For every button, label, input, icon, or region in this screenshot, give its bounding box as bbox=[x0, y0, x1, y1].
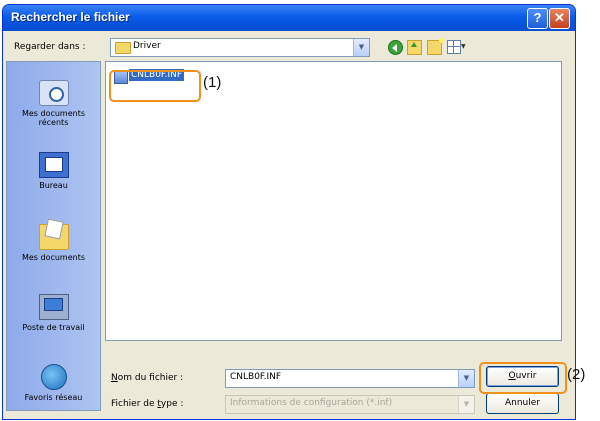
chevron-down-icon[interactable]: ▼ bbox=[353, 39, 369, 56]
view-menu-icon[interactable] bbox=[447, 40, 461, 54]
lookin-dropdown[interactable]: Driver ▼ bbox=[110, 38, 370, 57]
recent-documents-icon bbox=[38, 80, 69, 106]
place-label: Mes documents récents bbox=[21, 109, 86, 127]
view-menu-caret-icon[interactable]: ▼ bbox=[461, 43, 466, 50]
chevron-down-icon: ▼ bbox=[458, 396, 474, 413]
up-folder-icon[interactable] bbox=[407, 40, 422, 55]
callout-1: (1) bbox=[203, 74, 222, 91]
filetype-value: Informations de configuration (*.inf) bbox=[230, 398, 393, 408]
help-button[interactable]: ? bbox=[527, 8, 548, 29]
my-documents-icon bbox=[38, 224, 69, 250]
cancel-button[interactable]: Annuler bbox=[486, 393, 559, 414]
back-icon[interactable] bbox=[388, 40, 403, 55]
place-desktop[interactable]: Bureau bbox=[7, 152, 100, 190]
chevron-down-icon[interactable]: ▼ bbox=[458, 370, 474, 387]
file-list[interactable]: CNLB0F.INF bbox=[105, 61, 562, 341]
lookin-label: Regarder dans : bbox=[14, 42, 86, 52]
folder-icon bbox=[115, 42, 131, 54]
highlight-box-1 bbox=[109, 70, 201, 102]
place-label: Poste de travail bbox=[22, 323, 85, 332]
places-bar: Mes documents récents Bureau Mes documen… bbox=[6, 61, 101, 411]
place-label: Bureau bbox=[39, 181, 68, 190]
new-folder-icon[interactable] bbox=[427, 38, 444, 55]
place-my-computer[interactable]: Poste de travail bbox=[7, 294, 100, 332]
filetype-label: Fichier de type : bbox=[111, 399, 184, 409]
network-icon bbox=[40, 364, 67, 390]
callout-2: (2) bbox=[567, 366, 586, 383]
place-recent-documents[interactable]: Mes documents récents bbox=[7, 80, 100, 127]
lookin-value: Driver bbox=[133, 41, 161, 51]
title-bar: Rechercher le fichier ? ✕ bbox=[3, 5, 575, 31]
filename-value: CNLB0F.INF bbox=[230, 372, 282, 382]
desktop-icon bbox=[38, 152, 69, 178]
close-button[interactable]: ✕ bbox=[549, 8, 570, 29]
highlight-box-2 bbox=[479, 362, 567, 394]
place-network[interactable]: Favoris réseau bbox=[7, 364, 100, 402]
filetype-select: Informations de configuration (*.inf) ▼ bbox=[225, 395, 475, 414]
place-label: Favoris réseau bbox=[24, 393, 83, 402]
filename-label: Nom du fichier : bbox=[111, 373, 184, 383]
filename-field[interactable]: CNLB0F.INF ▼ bbox=[225, 369, 475, 388]
dialog-title: Rechercher le fichier bbox=[11, 10, 130, 24]
place-label: Mes documents bbox=[21, 253, 86, 262]
my-computer-icon bbox=[38, 294, 69, 320]
place-my-documents[interactable]: Mes documents bbox=[7, 224, 100, 262]
